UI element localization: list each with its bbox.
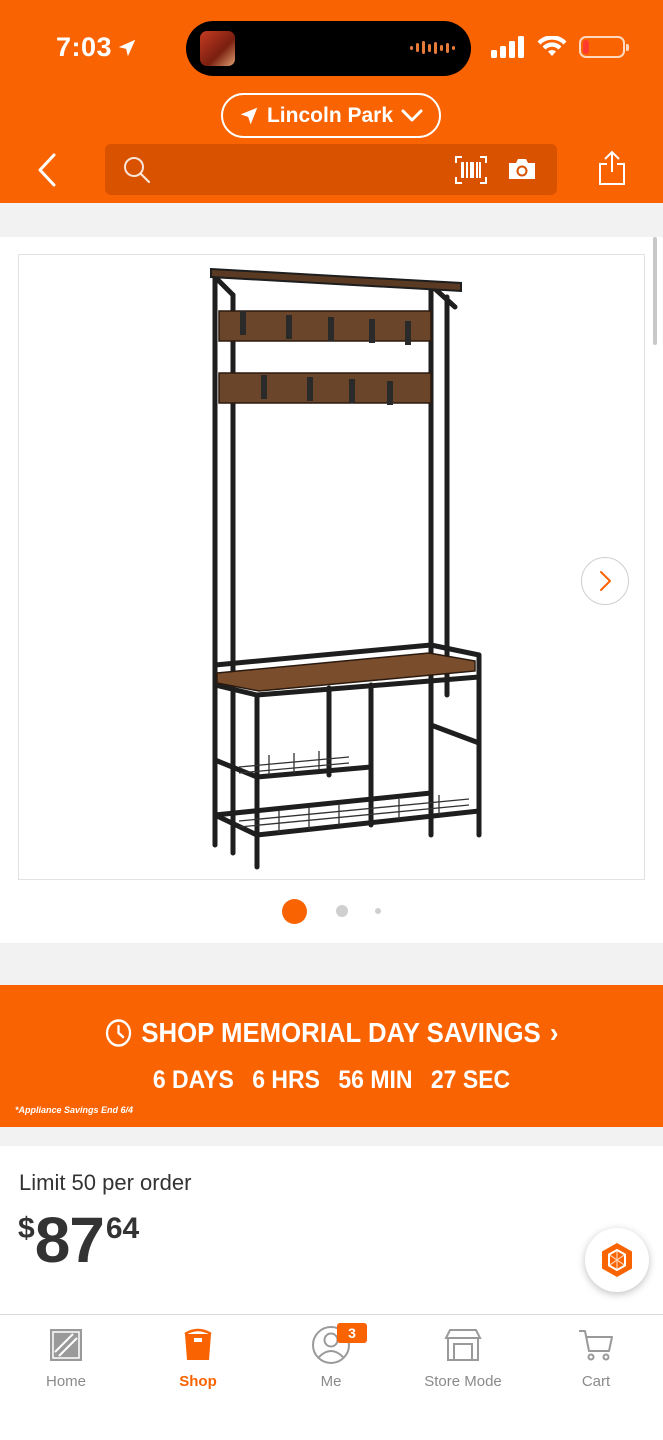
audio-waveform-icon bbox=[410, 41, 455, 54]
status-time-label: 7:03 bbox=[56, 32, 113, 62]
store-name: Lincoln Park bbox=[266, 103, 394, 127]
status-time: 7:03 bbox=[56, 32, 138, 63]
chevron-left-icon bbox=[38, 153, 56, 187]
promo-title-text: SHOP MEMORIAL DAY SAVINGS bbox=[141, 1017, 541, 1048]
countdown-hours: 6 HRS bbox=[252, 1066, 320, 1094]
chevron-right-icon bbox=[600, 571, 611, 591]
pagination-dot-active[interactable] bbox=[282, 898, 307, 924]
store-selector[interactable]: Lincoln Park bbox=[221, 93, 441, 138]
product-image-gallery[interactable] bbox=[0, 237, 663, 943]
cart-icon bbox=[577, 1325, 615, 1365]
navigation-arrow-icon bbox=[240, 107, 258, 124]
tab-home-label: Home bbox=[45, 1373, 86, 1390]
tab-store-mode-label: Store Mode bbox=[424, 1373, 502, 1390]
home-depot-logo-icon bbox=[49, 1325, 83, 1365]
countdown-days: 6 DAYS bbox=[152, 1066, 234, 1094]
back-button[interactable] bbox=[30, 150, 64, 190]
tab-cart-label: Cart bbox=[581, 1373, 611, 1390]
search-icon bbox=[124, 157, 151, 184]
share-button[interactable] bbox=[597, 150, 631, 190]
promo-title: SHOP MEMORIAL DAY SAVINGS › bbox=[27, 1017, 637, 1049]
order-limit-text: Limit 50 per order bbox=[19, 1170, 192, 1195]
notification-badge: 3 bbox=[337, 1323, 367, 1343]
dynamic-island[interactable] bbox=[186, 21, 471, 76]
camera-icon[interactable] bbox=[507, 157, 537, 181]
scrollbar[interactable] bbox=[653, 237, 657, 345]
now-playing-artwork bbox=[200, 31, 235, 66]
bucket-icon bbox=[182, 1325, 214, 1365]
promo-banner[interactable]: SHOP MEMORIAL DAY SAVINGS › 6 DAYS 6 HRS… bbox=[0, 985, 663, 1127]
share-icon bbox=[599, 150, 625, 185]
store-icon bbox=[442, 1325, 484, 1365]
countdown-minutes: 56 MIN bbox=[338, 1066, 413, 1094]
tab-cart[interactable]: Cart bbox=[530, 1325, 662, 1395]
clock-icon bbox=[105, 1019, 131, 1047]
status-indicators bbox=[491, 36, 629, 58]
chat-assistant-button[interactable] bbox=[585, 1228, 649, 1292]
product-image-frame[interactable] bbox=[18, 254, 645, 880]
search-input[interactable] bbox=[105, 144, 557, 195]
promo-arrow: › bbox=[549, 1017, 559, 1048]
user-icon: 3 bbox=[311, 1323, 367, 1365]
chevron-down-icon bbox=[401, 109, 423, 121]
tab-me-label: Me bbox=[320, 1373, 342, 1390]
tab-store-mode[interactable]: Store Mode bbox=[397, 1325, 529, 1395]
cellular-signal-icon bbox=[491, 36, 524, 58]
countdown-seconds: 27 SEC bbox=[430, 1066, 511, 1094]
barcode-scan-icon[interactable] bbox=[455, 156, 487, 184]
product-price: $ 87 64 bbox=[18, 1204, 139, 1276]
price-cents: 64 bbox=[105, 1212, 140, 1245]
location-arrow-icon bbox=[118, 39, 136, 56]
pagination-dot[interactable] bbox=[375, 908, 381, 914]
gallery-pagination bbox=[0, 898, 663, 924]
price-card: Limit 50 per order $ 87 64 bbox=[0, 1146, 663, 1314]
price-currency: $ bbox=[18, 1212, 35, 1245]
tab-me[interactable]: 3 Me bbox=[265, 1323, 397, 1395]
wifi-icon bbox=[537, 36, 567, 56]
product-detail-screen: 7:03 Lincoln Park SHOP MEMORIAL DAY SAVI… bbox=[0, 0, 663, 1440]
price-dollars: 87 bbox=[34, 1204, 105, 1276]
promo-footnote: *Appliance Savings End 6/4 bbox=[15, 1105, 134, 1115]
next-image-button[interactable] bbox=[581, 557, 629, 605]
tab-shop-label: Shop bbox=[179, 1373, 217, 1390]
assistant-hexagon-icon bbox=[602, 1243, 632, 1277]
bottom-tab-bar: Home Shop 3 Me Store Mode Cart bbox=[0, 1314, 663, 1440]
tab-home[interactable]: Home bbox=[0, 1325, 132, 1395]
promo-countdown: 6 DAYS 6 HRS 56 MIN 27 SEC bbox=[27, 1066, 637, 1095]
pagination-dot[interactable] bbox=[336, 905, 348, 917]
tab-shop[interactable]: Shop bbox=[132, 1325, 264, 1395]
app-header: 7:03 Lincoln Park bbox=[0, 0, 663, 203]
battery-icon bbox=[579, 36, 629, 58]
hall-tree-product-image bbox=[210, 267, 482, 870]
